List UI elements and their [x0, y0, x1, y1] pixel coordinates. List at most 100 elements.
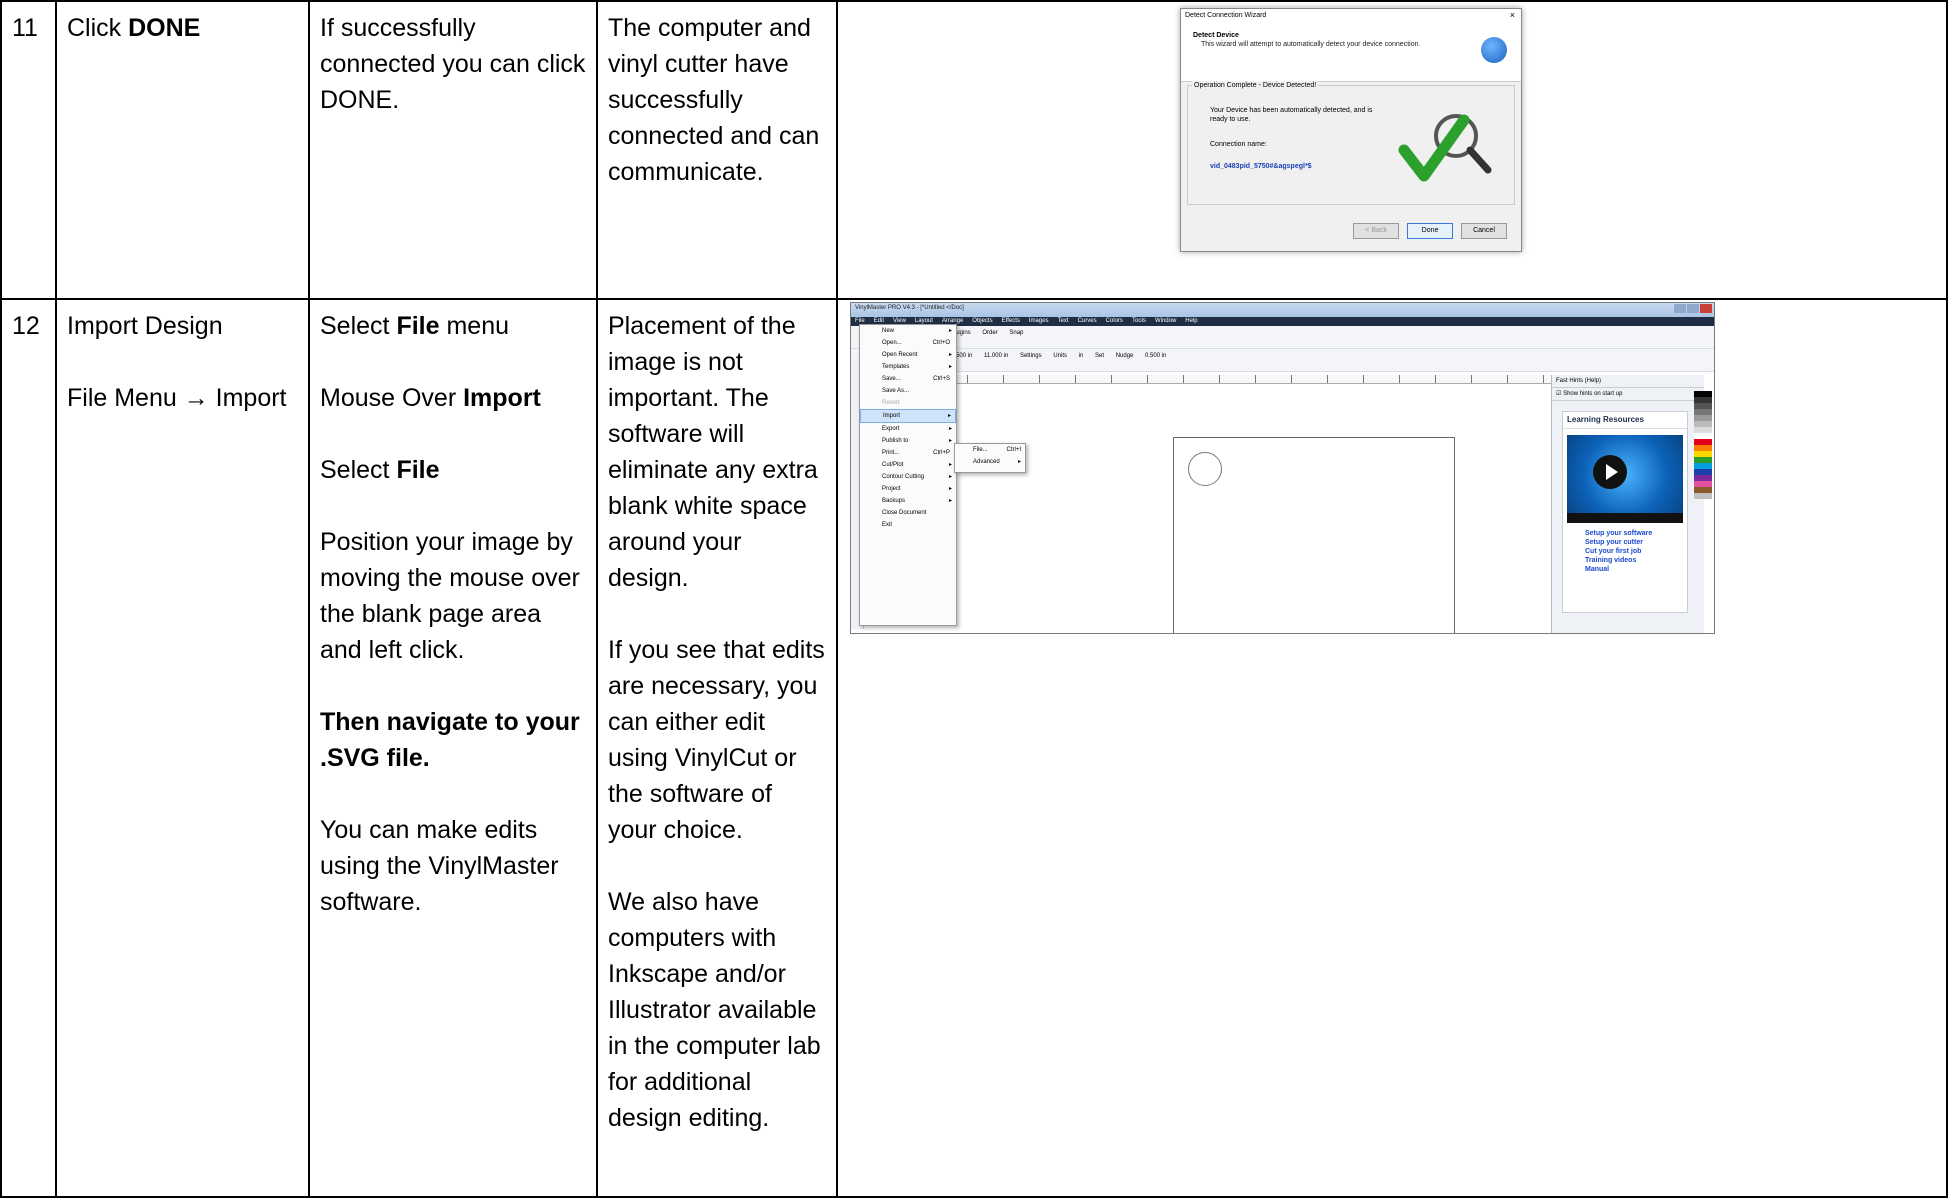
window-controls	[1673, 304, 1712, 316]
chevron-right-icon: ▸	[948, 426, 952, 432]
set-button[interactable]: Set	[1095, 353, 1104, 359]
step-title: Import Design File Menu → Import	[55, 298, 310, 1198]
menu-window[interactable]: Window	[1155, 318, 1176, 324]
resource-link[interactable]: Setup your cutter	[1563, 538, 1687, 547]
menu-item-backups[interactable]: Backups ▸	[860, 495, 956, 507]
back-button[interactable]: < Back	[1353, 223, 1400, 239]
menu-item-revert: Revert	[882, 400, 900, 406]
height-field[interactable]: 11.000 in	[984, 353, 1008, 359]
step-notes: Placement of the image is not important.…	[596, 298, 838, 1198]
search-icon	[1481, 37, 1507, 63]
menu-item-open-recent[interactable]: Open Recent ▸	[860, 349, 956, 361]
menu-item-export[interactable]: Export ▸	[860, 423, 956, 435]
submenu-item-file[interactable]: File... Ctrl+I	[955, 444, 1025, 456]
color-swatch[interactable]	[1694, 493, 1712, 499]
hints-title: Fast Hints (Help)	[1556, 378, 1602, 384]
maximize-icon[interactable]	[1687, 304, 1699, 313]
menu-item-exit[interactable]: Exit	[860, 519, 956, 531]
cancel-button[interactable]: Cancel	[1461, 223, 1507, 239]
step-instructions: Select File menu Mouse Over Import Selec…	[308, 298, 598, 1198]
detect-connection-wizard: Detect Connection Wizard × Detect Device…	[1180, 8, 1522, 252]
vm-titlebar: VinylMaster PRO V4.3 - [*Untitled </Doc]	[851, 303, 1714, 317]
menu-item-print[interactable]: Print... Ctrl+P	[860, 447, 956, 459]
hints-checkbox-label: Show hints on start up	[1563, 391, 1623, 397]
menu-item-publish-to[interactable]: Publish to ▸	[860, 435, 956, 447]
checkbox-icon[interactable]: ☑	[1556, 391, 1561, 397]
resource-link[interactable]: Cut your first job	[1563, 547, 1687, 556]
menu-effects[interactable]: Effects	[1002, 318, 1020, 324]
resource-link[interactable]: Setup your software	[1563, 529, 1687, 538]
table-row: 12 Import Design File Menu → Import Sele…	[0, 298, 1948, 1198]
menu-item-cut-plot[interactable]: Cut/Plot ▸	[860, 459, 956, 471]
menu-item-open[interactable]: Open... Ctrl+O	[860, 337, 956, 349]
menu-images[interactable]: Images	[1029, 318, 1049, 324]
settings-button[interactable]: Settings	[1020, 353, 1042, 359]
vm-property-bar: 0.500 in 11.000 in Settings Units in Set…	[851, 349, 1714, 372]
menu-item-close-document[interactable]: Close Document	[860, 507, 956, 519]
menu-item-save-as[interactable]: Save As...	[860, 385, 956, 397]
submenu-item-advanced[interactable]: Advanced ▸	[955, 456, 1025, 468]
wizard-header: Detect Device This wizard will attempt t…	[1181, 27, 1521, 82]
chevron-right-icon: ▸	[948, 474, 952, 480]
menu-help[interactable]: Help	[1185, 318, 1197, 324]
snap-button[interactable]: Snap	[1009, 330, 1023, 336]
screenshot-cell: VinylMaster PRO V4.3 - [*Untitled </Doc]…	[836, 298, 1948, 1198]
close-icon[interactable]: ×	[1510, 11, 1515, 20]
resource-links: Setup your software Setup your cutter Cut …	[1563, 529, 1687, 574]
circle-shape	[1188, 452, 1222, 486]
vm-toolbar: Plugins Order Snap	[851, 326, 1714, 349]
blank-page[interactable]	[1173, 437, 1455, 633]
menu-text[interactable]: Text	[1058, 318, 1069, 324]
wizard-header-title: Detect Device	[1193, 32, 1239, 39]
menu-objects[interactable]: Objects	[972, 318, 992, 324]
menu-item-templates[interactable]: Templates ▸	[860, 361, 956, 373]
step-path: File Menu → Import	[67, 384, 287, 412]
play-icon[interactable]	[1593, 455, 1627, 489]
file-menu: New ▸ Open... Ctrl+O Open Recent ▸ Templates ▸ S…	[859, 324, 957, 626]
order-button[interactable]: Order	[982, 330, 997, 336]
hints-panel: Fast Hints (Help) ☑ Show hints on start …	[1551, 375, 1704, 633]
done-button[interactable]: Done	[1407, 223, 1454, 239]
menu-curves[interactable]: Curves	[1078, 318, 1097, 324]
chevron-right-icon: ▸	[948, 462, 952, 468]
menu-item-import[interactable]: Import ▸	[860, 409, 956, 423]
vinylmaster-window: VinylMaster PRO V4.3 - [*Untitled </Doc]…	[850, 302, 1715, 634]
wizard-header-subtitle: This wizard will attempt to automaticall…	[1201, 41, 1421, 48]
chevron-right-icon: ▸	[948, 364, 952, 370]
chevron-right-icon: ▸	[948, 352, 952, 358]
color-palette	[1694, 391, 1712, 631]
menu-tools[interactable]: Tools	[1132, 318, 1146, 324]
chevron-right-icon: ▸	[948, 438, 952, 444]
vm-title: VinylMaster PRO V4.3 - [*Untitled </Doc]	[855, 305, 964, 311]
menu-item-new[interactable]: New ▸	[860, 325, 956, 337]
chevron-right-icon: ▸	[948, 498, 952, 504]
video-thumbnail[interactable]	[1567, 435, 1683, 523]
checkmark-magnifier-icon	[1398, 114, 1492, 182]
chevron-right-icon: ▸	[948, 328, 952, 334]
table-row: 11 Click DONE If successfully connected …	[0, 0, 1948, 300]
chevron-right-icon: ▸	[948, 486, 952, 492]
menu-item-save[interactable]: Save... Ctrl+S	[860, 373, 956, 385]
menu-item-project[interactable]: Project ▸	[860, 483, 956, 495]
resource-link[interactable]: Manual	[1563, 565, 1687, 574]
step-number: 12	[0, 298, 57, 1198]
wizard-buttons: < Back Done Cancel	[1347, 223, 1507, 239]
menu-colors[interactable]: Colors	[1106, 318, 1123, 324]
units-label: Units	[1053, 353, 1067, 359]
status-message: Your Device has been automatically detec…	[1210, 107, 1373, 123]
close-icon[interactable]	[1700, 304, 1712, 313]
horizontal-ruler	[931, 375, 1553, 384]
resource-link[interactable]: Training videos	[1563, 556, 1687, 565]
nudge-field[interactable]: 0.500 in	[1145, 353, 1166, 359]
learning-title: Learning Resources	[1563, 412, 1687, 429]
result-group: Operation Complete - Device Detected! Yo…	[1187, 81, 1515, 205]
step-notes: The computer and vinyl cutter have succe…	[596, 0, 838, 300]
import-submenu: File... Ctrl+I Advanced ▸	[954, 443, 1026, 473]
minimize-icon[interactable]	[1674, 304, 1686, 313]
video-progress-bar	[1567, 513, 1683, 523]
units-select[interactable]: in	[1079, 353, 1084, 359]
learning-resources: Learning Resources Setup your software Se…	[1562, 411, 1688, 613]
step-number: 11	[0, 0, 57, 300]
menu-item-contour-cutting[interactable]: Contour Cutting ▸	[860, 471, 956, 483]
connection-value: vid_0483pid_5750#&agspegl*$	[1210, 163, 1312, 170]
